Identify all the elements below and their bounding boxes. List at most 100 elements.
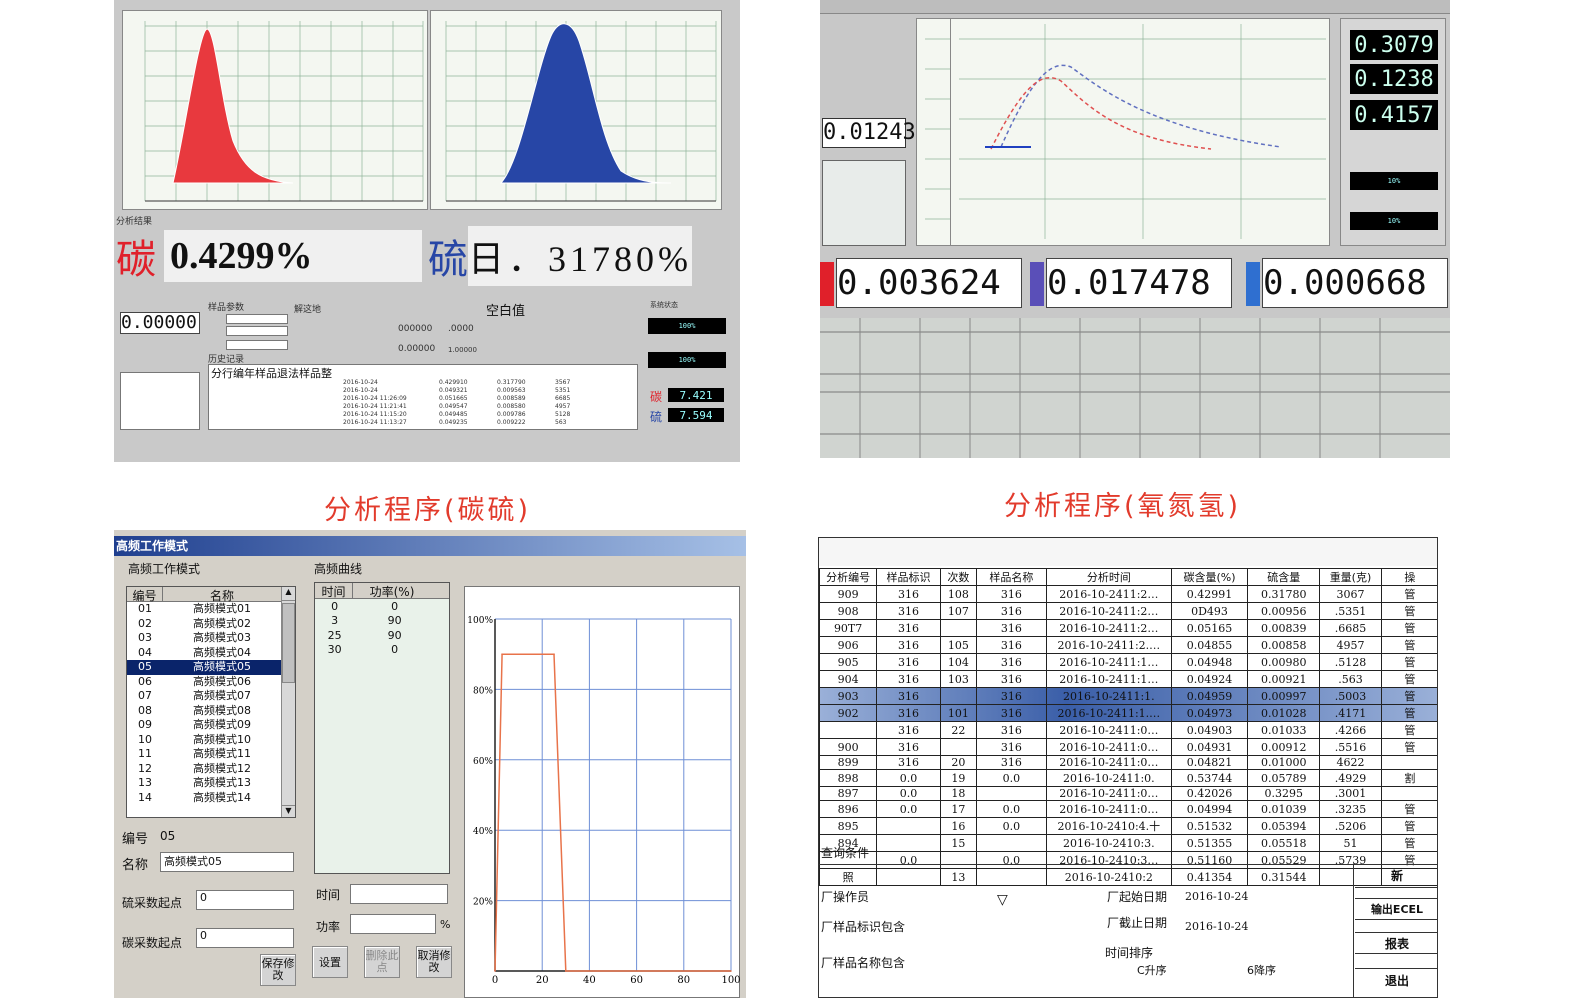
sulfur-value: 日．31780% [468, 226, 692, 286]
results-row[interactable]: 90T7 316 316 2016-10-2411:2… 0.05165 0.00839.… [819, 619, 1437, 637]
start-date-label[interactable]: 厂起始日期 [1107, 888, 1167, 905]
results-row[interactable]: 900 316 316 2016-10-2411:0… 0.04931 0.00912.5… [819, 738, 1437, 756]
hf-group-left-label: 高频工作模式 [128, 562, 201, 576]
hf-mode-row[interactable]: 12 高频模式12 [127, 762, 295, 777]
hf-mode-row[interactable]: 02 高频模式02 [127, 617, 295, 632]
hf-power-input[interactable] [350, 914, 436, 934]
x-tick-label: 80 [677, 975, 690, 986]
delete-point-button[interactable]: 删除此点 [364, 946, 400, 978]
start-date-value[interactable]: 2016-10-24 [1185, 890, 1248, 903]
results-cell: 管 [1380, 834, 1437, 852]
hf-mode-row[interactable]: 09 高频模式09 [127, 718, 295, 733]
end-date-value[interactable]: 2016-10-24 [1185, 920, 1248, 933]
results-row[interactable]: 908 316 107 316 2016-10-2411:2… 0D493 0.00956.… [819, 602, 1437, 620]
results-col-header[interactable]: 分析时间 [1045, 568, 1172, 586]
results-row[interactable]: 898 0.0 19 0.0 2016-10-2411:0. 0.53744 0.05789… [819, 769, 1437, 787]
hf-curve-row[interactable]: 00 [315, 599, 435, 614]
hf-mode-row[interactable]: 05 高频模式05 [127, 660, 295, 675]
hf-mode-row[interactable]: 07 高频模式07 [127, 689, 295, 704]
hf-mode-row[interactable]: 08 高频模式08 [127, 704, 295, 719]
set-button[interactable]: 设置 [312, 946, 348, 978]
results-row[interactable]: 903 316 316 2016-10-2411:1. 0.04959 0.00997.5… [819, 687, 1437, 705]
results-col-header[interactable]: 样品标识 [876, 568, 941, 586]
results-row[interactable]: 909 316 108 316 2016-10-2411:2… 0.42991 0.3178… [819, 585, 1437, 603]
results-cell: .5128 [1319, 653, 1382, 671]
hf-list-scrollbar[interactable]: ▲ ▼ [281, 587, 295, 817]
hf-name-input[interactable]: 高频模式05 [160, 852, 294, 872]
hf-mode-row[interactable]: 06 高频模式06 [127, 675, 295, 690]
hf-mode-row[interactable]: 04 高频模式04 [127, 646, 295, 661]
scroll-thumb[interactable] [282, 603, 295, 683]
scroll-down-icon[interactable]: ▼ [282, 805, 295, 817]
results-row[interactable]: 902 316 101 316 2016-10-2411:1.… 0.04973 0.010… [819, 704, 1437, 722]
hf-mode-row[interactable]: 14 高频模式14 [127, 791, 295, 806]
results-row[interactable]: 0.0 0.0 2016-10-2410:3… 0.51160 0.05529.5739… [819, 851, 1437, 869]
history-row[interactable]: 2016-10-24 0.049321 0.009563 5351 [343, 387, 633, 395]
operator-checkbox[interactable]: 厂操作员 [821, 888, 869, 905]
hf-s-start-input[interactable]: 0 [196, 890, 294, 910]
results-row[interactable]: 904 316 103 316 2016-10-2411:1… 0.04924 0.0092… [819, 670, 1437, 688]
history-row[interactable]: 2016-10-24 11:13:27 0.049235 0.009222 563 [343, 419, 633, 427]
carbon-result: 碳 0.4299% [116, 228, 426, 284]
sample-id-field[interactable] [226, 314, 288, 324]
results-row[interactable]: 906 316 105 316 2016-10-2411:2.… 0.04855 0.008… [819, 636, 1437, 654]
cancel-button[interactable]: 取消修改 [416, 946, 452, 978]
scroll-up-icon[interactable]: ▲ [282, 587, 295, 601]
desc-radio[interactable]: 6降序 [1247, 962, 1276, 978]
export-excel-button[interactable]: 输出ECEL [1355, 898, 1437, 920]
results-row[interactable]: 899 316 20 316 2016-10-2411:0… 0.04821 0.01000… [819, 755, 1437, 770]
results-col-header[interactable]: 重量(克) [1319, 568, 1382, 586]
carbon-peak [172, 28, 294, 184]
hf-mode-name: 高频模式05 [193, 660, 251, 673]
results-row[interactable]: 897 0.0 18 2016-10-2411:0… 0.42026 0.3295.300… [819, 786, 1437, 801]
hf-mode-no: 02 [138, 616, 152, 630]
sample-name-checkbox[interactable]: 厂样品名称包含 [821, 954, 905, 971]
save-button[interactable]: 保存修改 [260, 954, 296, 986]
results-col-header[interactable]: 硫含量 [1247, 568, 1321, 586]
x-tick-label: 40 [583, 975, 596, 986]
history-row[interactable]: 2016-10-24 0.429910 0.317790 3567 [343, 379, 633, 387]
hf-mode-row[interactable]: 10 高频模式10 [127, 733, 295, 748]
onh-bottom-color-bar [1030, 262, 1044, 306]
results-row[interactable]: 905 316 104 316 2016-10-2411:1… 0.04948 0.0098… [819, 653, 1437, 671]
hf-mode-row[interactable]: 13 高频模式13 [127, 776, 295, 791]
hf-mode-row[interactable]: 11 高频模式11 [127, 747, 295, 762]
results-row[interactable]: 896 0.0 17 0.0 2016-10-2411:0… 0.04994 0.01039… [819, 800, 1437, 818]
results-col-header[interactable]: 次数 [939, 568, 977, 586]
hf-mode-list[interactable]: 编号 名称 01 高频模式01 02 高频模式02 03 高频模式03 04 高频模式04 05… [126, 586, 296, 818]
history-row[interactable]: 2016-10-24 11:21:41 0.049547 0.008580 4957 [343, 403, 633, 411]
history-cell: 2016-10-24 11:26:09 [343, 395, 407, 402]
hf-time-input[interactable] [350, 884, 448, 904]
sample-weight-field[interactable] [226, 340, 288, 350]
results-col-header[interactable]: 碳含量(%) [1170, 568, 1249, 586]
asc-radio[interactable]: C升序 [1137, 962, 1167, 978]
results-row[interactable]: 894 15 2016-10-2410:3. 0.51355 0.05518 51 管 [819, 834, 1437, 852]
results-cell: 105 [939, 636, 977, 654]
sample-name-field[interactable] [226, 326, 288, 336]
report-button[interactable]: 报表 [1355, 932, 1437, 954]
exit-button[interactable]: 退出 [1355, 968, 1437, 992]
hf-c-start-input[interactable]: 0 [196, 928, 294, 948]
onh-small-lcd-1: 10% [1350, 172, 1438, 190]
end-date-label[interactable]: 厂截止日期 [1107, 914, 1167, 931]
results-col-header[interactable]: 操 [1380, 568, 1437, 586]
results-table[interactable]: 分析编号 样品标识 次数 样品名称 分析时间 碳含量(%) 硫含量 重量(克) 操 909 316… [819, 568, 1437, 886]
results-col-header[interactable]: 样品名称 [975, 568, 1047, 586]
hf-curve-row[interactable]: 3 90 [315, 614, 435, 629]
new-button[interactable]: 新 [1355, 864, 1437, 888]
hf-curve-row[interactable]: 30 0 [315, 643, 435, 658]
hf-mode-row[interactable]: 03 高频模式03 [127, 631, 295, 646]
operator-dropdown-icon[interactable]: ▽ [997, 892, 1008, 908]
results-row[interactable]: 895 16 0.0 2016-10-2410:4.十 0.51532 0.05394.5… [819, 817, 1437, 835]
hf-power-label: 功率 [316, 920, 341, 934]
results-row[interactable]: 照 13 2016-10-2410:2 0.41354 0.31544 [819, 868, 1437, 886]
history-row[interactable]: 2016-10-24 11:15:20 0.049485 0.009786 5128 [343, 411, 633, 419]
hf-curve-table[interactable]: 时间 功率(%) 0 0 3 90 25 90 30 0 [314, 582, 450, 874]
history-row[interactable]: 2016-10-24 11:26:09 0.051665 0.008589 6685 [343, 395, 633, 403]
results-row[interactable]: 316 22 316 2016-10-2411:0… 0.04903 0.01033.42… [819, 721, 1437, 739]
hf-curve-row[interactable]: 25 90 [315, 628, 435, 643]
results-col-header[interactable]: 分析编号 [819, 568, 878, 586]
results-cell: 0.01033 [1247, 721, 1321, 739]
hf-mode-row[interactable]: 01 高频模式01 [127, 602, 295, 617]
sample-id-checkbox[interactable]: 厂样品标识包含 [821, 918, 905, 935]
